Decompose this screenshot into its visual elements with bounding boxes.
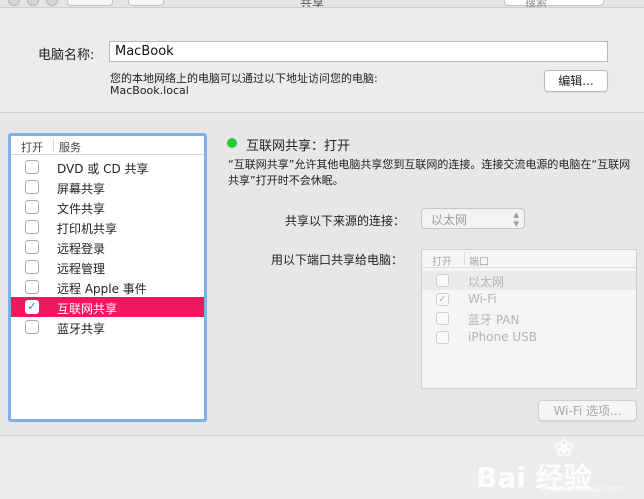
service-label: DVD 或 CD 共享: [57, 162, 149, 176]
port-checkbox[interactable]: [436, 312, 449, 325]
port-list-header: 打开 端口: [422, 250, 636, 268]
watermark-url: jingyan.baidu.com: [540, 484, 624, 494]
service-checkbox[interactable]: [25, 280, 39, 294]
service-description: “互联网共享”允许其他电脑共享您到互联网的连接。连接交流电源的电脑在“互联网 共…: [228, 157, 633, 189]
share-from-select[interactable]: 以太网 ▴ ▾: [421, 208, 525, 229]
service-row-remote-management[interactable]: 远程管理: [11, 257, 204, 277]
wifi-options-button[interactable]: Wi-Fi 选项...: [538, 400, 637, 421]
port-row-wifi[interactable]: ✓ Wi-Fi: [422, 290, 636, 309]
service-label: 远程登录: [57, 242, 106, 256]
service-row-screen-sharing[interactable]: 屏幕共享: [11, 177, 204, 197]
service-label: 远程 Apple 事件: [57, 282, 147, 296]
header-service: 服务: [59, 141, 81, 154]
port-label: 蓝牙 PAN: [468, 313, 520, 327]
computer-name-input[interactable]: [109, 41, 608, 62]
port-checkbox[interactable]: [436, 331, 449, 344]
port-row-iphone-usb[interactable]: iPhone USB: [422, 328, 636, 347]
local-address: MacBook.local: [110, 84, 189, 97]
service-row-dvd[interactable]: DVD 或 CD 共享: [11, 157, 204, 177]
show-all-button[interactable]: [128, 0, 164, 6]
service-row-printer-sharing[interactable]: 打印机共享: [11, 217, 204, 237]
port-checkbox[interactable]: [436, 274, 449, 287]
port-checkbox[interactable]: ✓: [436, 293, 449, 306]
edit-button[interactable]: 编辑...: [544, 70, 608, 92]
service-row-internet-sharing[interactable]: ✓ 互联网共享: [11, 297, 204, 317]
service-label: 蓝牙共享: [57, 322, 106, 336]
watermark: ❀ Bai 经验 jingyan.baidu.com: [470, 430, 640, 496]
port-label: Wi-Fi: [468, 292, 497, 306]
port-row-bluetooth-pan[interactable]: 蓝牙 PAN: [422, 309, 636, 328]
service-checkbox[interactable]: ✓: [25, 300, 39, 314]
service-list[interactable]: 打开 服务 DVD 或 CD 共享 屏幕共享 文件共享 打印机共享 远程登录 远…: [8, 133, 207, 422]
status-indicator-icon: [227, 138, 237, 148]
service-checkbox[interactable]: [25, 320, 39, 334]
close-window-button[interactable]: [8, 0, 20, 6]
service-checkbox[interactable]: [25, 180, 39, 194]
port-header-on: 打开: [432, 257, 452, 268]
port-label: 以太网: [468, 275, 505, 289]
minimize-window-button[interactable]: [27, 0, 39, 6]
description-line: 共享”打开时不会休眠。: [228, 174, 344, 187]
service-row-bluetooth-sharing[interactable]: 蓝牙共享: [11, 317, 204, 337]
port-row-ethernet[interactable]: 以太网: [422, 271, 636, 290]
service-status: 互联网共享：打开: [246, 139, 351, 154]
service-label: 屏幕共享: [57, 182, 106, 196]
chevron-updown-icon: ▴ ▾: [513, 208, 519, 230]
service-label: 文件共享: [57, 202, 106, 216]
window-title: 共享: [300, 0, 325, 8]
description-line: “互联网共享”允许其他电脑共享您到互联网的连接。连接交流电源的电脑在“互联网: [228, 158, 631, 171]
service-row-file-sharing[interactable]: 文件共享: [11, 197, 204, 217]
computer-name-section: 电脑名称: 您的本地网络上的电脑可以通过以下地址访问您的电脑: MacBook.…: [0, 9, 644, 113]
share-to-label: 用以下端口共享给电脑：: [271, 253, 404, 267]
search-placeholder: 搜索: [525, 0, 547, 8]
share-from-value: 以太网: [431, 213, 468, 227]
back-forward-buttons[interactable]: [67, 0, 113, 6]
port-header-port: 端口: [469, 257, 489, 268]
service-label: 远程管理: [57, 262, 106, 276]
service-label: 打印机共享: [57, 222, 118, 236]
service-checkbox[interactable]: [25, 240, 39, 254]
search-field[interactable]: 搜索: [504, 0, 604, 8]
zoom-window-button[interactable]: [46, 0, 58, 6]
service-checkbox[interactable]: [25, 220, 39, 234]
header-on: 打开: [21, 141, 43, 154]
service-row-remote-login[interactable]: 远程登录: [11, 237, 204, 257]
port-list[interactable]: 打开 端口 以太网 ✓ Wi-Fi 蓝牙 PAN iPhone USB: [421, 249, 637, 389]
share-from-label: 共享以下来源的连接：: [285, 214, 406, 228]
service-list-header: 打开 服务: [11, 136, 204, 155]
computer-name-label: 电脑名称:: [38, 48, 95, 63]
service-checkbox[interactable]: [25, 200, 39, 214]
service-checkbox[interactable]: [25, 160, 39, 174]
port-label: iPhone USB: [468, 330, 537, 344]
sharing-main-section: 打开 服务 DVD 或 CD 共享 屏幕共享 文件共享 打印机共享 远程登录 远…: [0, 114, 644, 436]
service-label: 互联网共享: [57, 302, 118, 316]
service-checkbox[interactable]: [25, 260, 39, 274]
title-bar: 共享 搜索: [0, 0, 644, 8]
service-row-remote-apple-events[interactable]: 远程 Apple 事件: [11, 277, 204, 297]
